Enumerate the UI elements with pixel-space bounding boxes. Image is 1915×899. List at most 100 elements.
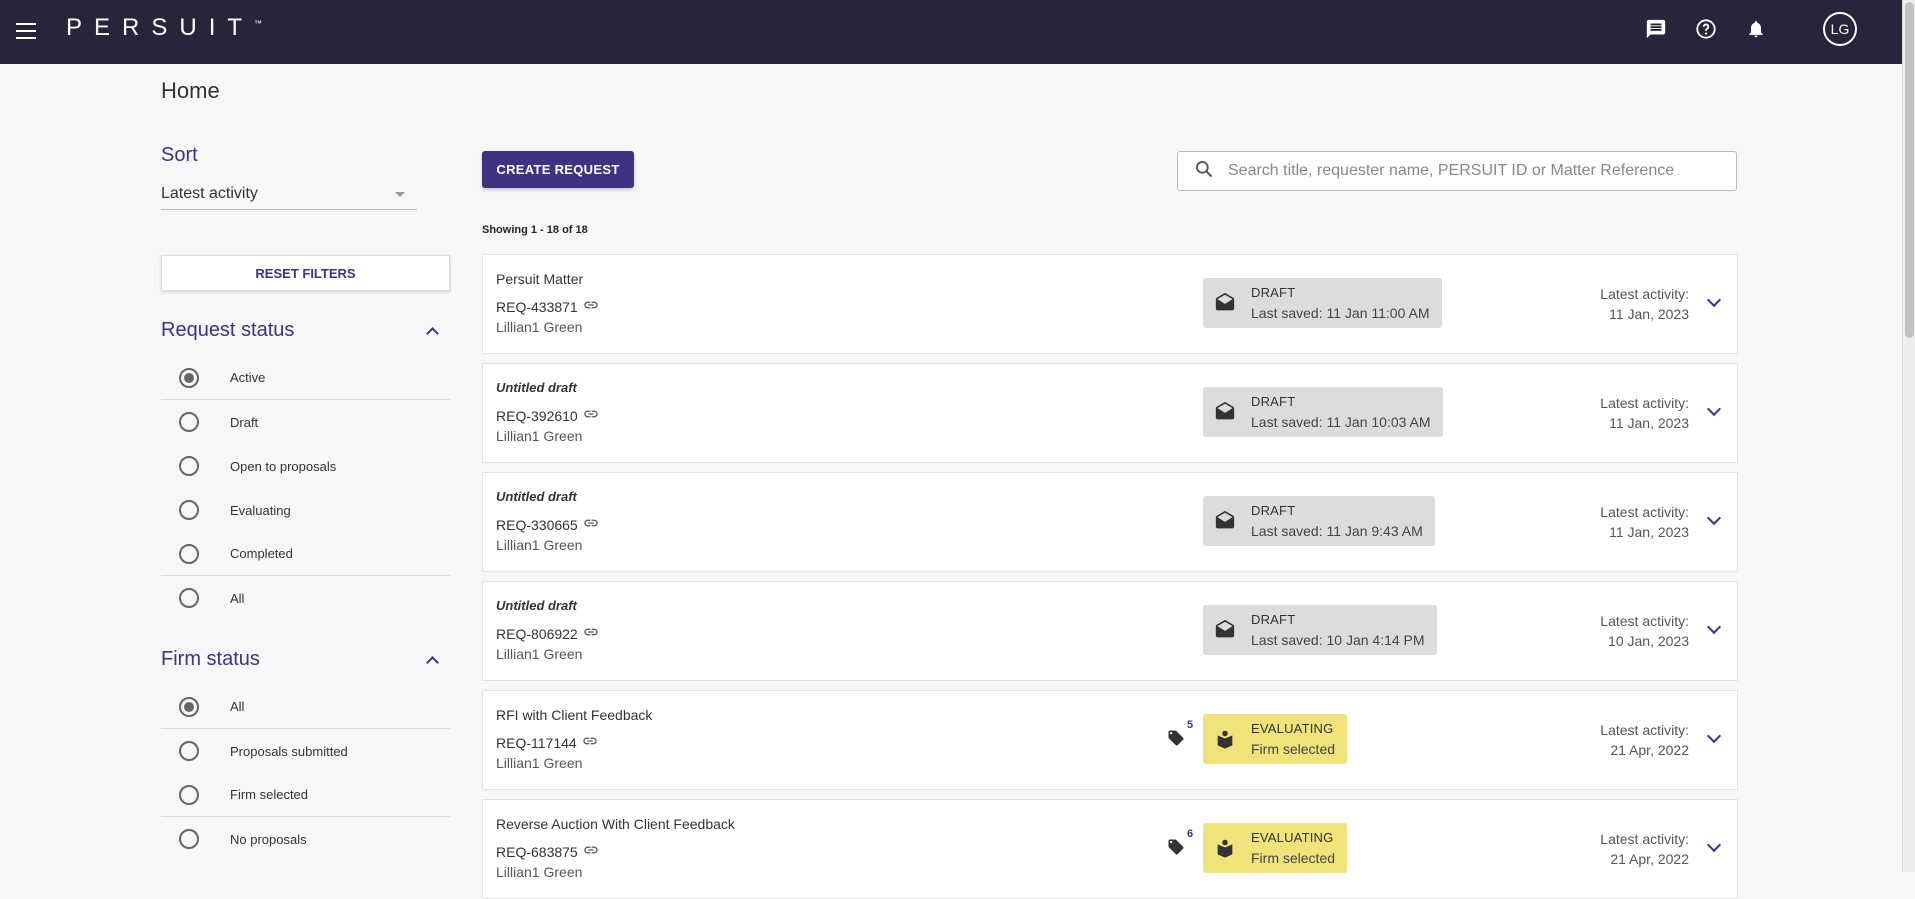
radio-button[interactable] <box>179 588 199 608</box>
latest-activity-date: 10 Jan, 2023 <box>1608 633 1689 649</box>
request-id-link[interactable]: REQ-683875 <box>496 842 599 861</box>
tag-count: 5 <box>1187 719 1194 731</box>
firm-status-option[interactable]: No proposals <box>161 817 450 861</box>
status-badge: EVALUATING Firm selected <box>1203 714 1348 764</box>
radio-button[interactable] <box>179 456 199 476</box>
request-status-option[interactable]: Completed <box>161 532 450 576</box>
firm-status-option[interactable]: All <box>161 685 450 729</box>
expand-chevron-down-icon[interactable] <box>1706 619 1722 635</box>
radio-button[interactable] <box>179 543 199 564</box>
latest-activity-date: 11 Jan, 2023 <box>1609 415 1689 431</box>
page-scrollbar[interactable] <box>1902 0 1915 872</box>
link-icon[interactable] <box>583 406 599 425</box>
search-icon <box>1194 159 1214 184</box>
create-request-button[interactable]: CREATE REQUEST <box>482 151 634 188</box>
request-card[interactable]: Untitled draft REQ-806922 Lillian1 Green… <box>482 581 1738 681</box>
chat-icon[interactable] <box>1643 16 1669 42</box>
link-icon[interactable] <box>583 842 599 861</box>
status-badge: DRAFT Last saved: 10 Jan 4:14 PM <box>1203 605 1437 655</box>
request-id[interactable]: REQ-806922 <box>496 626 578 642</box>
request-status-option[interactable]: All <box>161 576 450 620</box>
request-status-option[interactable]: Open to proposals <box>161 444 450 488</box>
scrollbar-thumb[interactable] <box>1905 2 1914 338</box>
request-id[interactable]: REQ-433871 <box>496 299 578 315</box>
radio-button[interactable] <box>179 784 199 805</box>
status-badge: DRAFT Last saved: 11 Jan 10:03 AM <box>1203 387 1443 437</box>
evaluating-icon <box>1213 837 1237 859</box>
latest-activity: Latest activity: 11 Jan, 2023 <box>1600 502 1689 542</box>
reset-filters-button[interactable]: RESET FILTERS <box>161 255 450 291</box>
request-id[interactable]: REQ-330665 <box>496 517 578 533</box>
request-title[interactable]: Untitled draft <box>496 598 577 613</box>
latest-activity: Latest activity: 11 Jan, 2023 <box>1600 284 1689 324</box>
help-icon[interactable] <box>1693 16 1719 42</box>
radio-button[interactable] <box>179 367 199 388</box>
logo-text: PERSUIT <box>66 14 255 41</box>
search-input[interactable] <box>1228 162 1708 180</box>
radio-label: Open to proposals <box>230 458 337 474</box>
link-icon[interactable] <box>583 515 599 534</box>
radio-button[interactable] <box>179 696 199 717</box>
search-bar[interactable] <box>1177 151 1737 191</box>
expand-chevron-down-icon[interactable] <box>1706 510 1722 526</box>
status-label: DRAFT <box>1251 503 1296 518</box>
firm-status-option[interactable]: Firm selected <box>161 773 450 817</box>
request-status-option[interactable]: Evaluating <box>161 488 450 532</box>
hamburger-menu-icon[interactable] <box>16 18 42 44</box>
request-card[interactable]: Untitled draft REQ-392610 Lillian1 Green… <box>482 363 1738 463</box>
top-app-bar: PERSUIT™ LG <box>0 0 1902 64</box>
radio-button[interactable] <box>179 741 199 761</box>
request-status-option[interactable]: Draft <box>161 400 450 444</box>
collapse-chevron-up-icon[interactable] <box>426 656 439 669</box>
request-id-link[interactable]: REQ-433871 <box>496 297 599 316</box>
tag-icon[interactable] <box>1167 838 1185 861</box>
request-title[interactable]: Untitled draft <box>496 489 577 504</box>
request-id-link[interactable]: REQ-330665 <box>496 515 599 534</box>
request-title[interactable]: RFI with Client Feedback <box>496 707 652 723</box>
request-status-option[interactable]: Active <box>161 356 450 400</box>
firm-status-title: Firm status <box>161 648 260 670</box>
request-id[interactable]: REQ-392610 <box>496 408 578 424</box>
request-card[interactable]: Untitled draft REQ-330665 Lillian1 Green… <box>482 472 1738 572</box>
request-card[interactable]: Persuit Matter REQ-433871 Lillian1 Green… <box>482 254 1738 354</box>
latest-activity: Latest activity: 21 Apr, 2022 <box>1600 720 1689 760</box>
link-icon[interactable] <box>583 624 599 643</box>
sort-title: Sort <box>161 144 198 166</box>
firm-status-option[interactable]: Proposals submitted <box>161 729 450 773</box>
status-label: EVALUATING <box>1251 721 1334 736</box>
radio-button[interactable] <box>179 500 199 520</box>
request-id-link[interactable]: REQ-117144 <box>496 733 598 752</box>
radio-label: All <box>230 590 245 606</box>
radio-button[interactable] <box>179 412 199 432</box>
expand-chevron-down-icon[interactable] <box>1706 728 1722 744</box>
expand-chevron-down-icon[interactable] <box>1706 401 1722 417</box>
request-id-link[interactable]: REQ-806922 <box>496 624 599 643</box>
request-title[interactable]: Persuit Matter <box>496 271 583 287</box>
user-avatar[interactable]: LG <box>1823 12 1857 46</box>
sort-select[interactable]: Latest activity <box>161 185 417 210</box>
expand-chevron-down-icon[interactable] <box>1706 837 1722 853</box>
radio-label: Active <box>230 370 266 385</box>
request-title[interactable]: Untitled draft <box>496 380 577 395</box>
status-badge: DRAFT Last saved: 11 Jan 11:00 AM <box>1203 278 1442 328</box>
request-id[interactable]: REQ-683875 <box>496 844 578 860</box>
expand-chevron-down-icon[interactable] <box>1706 292 1722 308</box>
request-title[interactable]: Reverse Auction With Client Feedback <box>496 816 735 832</box>
status-label: DRAFT <box>1251 394 1296 409</box>
page-title: Home <box>161 78 220 103</box>
latest-activity: Latest activity: 10 Jan, 2023 <box>1600 611 1689 651</box>
link-icon[interactable] <box>582 733 598 752</box>
request-card[interactable]: Reverse Auction With Client Feedback REQ… <box>482 799 1738 899</box>
requester-name: Lillian1 Green <box>496 319 583 335</box>
request-id[interactable]: REQ-117144 <box>496 735 577 751</box>
radio-label: Draft <box>230 414 259 430</box>
request-card[interactable]: RFI with Client Feedback REQ-117144 Lill… <box>482 690 1738 790</box>
collapse-chevron-up-icon[interactable] <box>426 327 439 340</box>
tag-icon[interactable] <box>1167 729 1185 752</box>
link-icon[interactable] <box>583 297 599 316</box>
persuit-logo[interactable]: PERSUIT™ <box>66 14 262 42</box>
radio-button[interactable] <box>179 829 199 849</box>
requester-name: Lillian1 Green <box>496 428 583 444</box>
notifications-bell-icon[interactable] <box>1743 16 1769 42</box>
request-id-link[interactable]: REQ-392610 <box>496 406 599 425</box>
